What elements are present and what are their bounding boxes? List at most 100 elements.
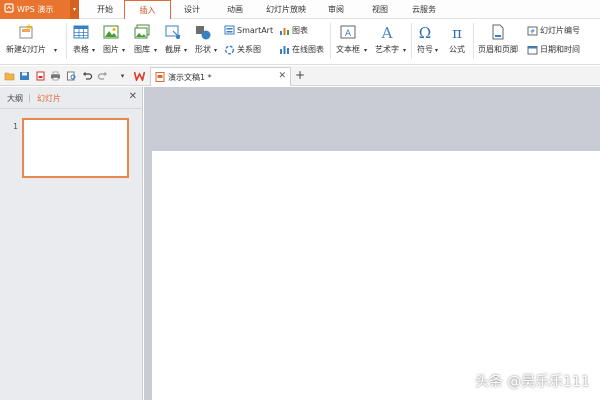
undo-icon[interactable] <box>82 70 93 81</box>
tab-review[interactable]: 审阅 <box>321 0 351 19</box>
tab-design[interactable]: 设计 <box>177 0 207 19</box>
symbol-dropdown-icon[interactable]: ▾ <box>435 47 438 54</box>
slide-number-icon: # <box>527 26 538 36</box>
close-panel-icon[interactable]: ✕ <box>129 91 137 102</box>
print-icon[interactable] <box>50 70 61 81</box>
tab-animation[interactable]: 动画 <box>220 0 250 19</box>
slide-thumbnail[interactable] <box>22 118 129 178</box>
wordart-label: 艺术字 <box>375 45 399 54</box>
gallery-icon <box>133 24 151 40</box>
svg-text:A: A <box>381 24 393 40</box>
omega-symbol-icon: Ω <box>416 24 434 40</box>
picture-dropdown-icon[interactable]: ▾ <box>122 47 125 54</box>
new-slide-button[interactable]: 新建幻灯片 <box>6 24 46 55</box>
table-icon <box>72 24 90 40</box>
tab-view[interactable]: 视图 <box>365 0 395 19</box>
ribbon: 新建幻灯片 ▾ 表格 ▾ 图片 ▾ 图库 ▾ 截屏 ▾ 形状 ▾ SmartAr… <box>0 19 600 65</box>
screenshot-icon <box>164 24 182 40</box>
symbol-label: 符号 <box>417 45 433 54</box>
formula-button[interactable]: π 公式 <box>448 24 466 55</box>
tab-slides[interactable]: 幻灯片 <box>37 93 61 104</box>
quick-access-bar: ▾ 演示文稿1 * ✕ + <box>0 66 600 86</box>
save-icon[interactable] <box>19 70 30 81</box>
screenshot-button[interactable]: 截屏 <box>164 24 182 55</box>
document-tab[interactable]: 演示文稿1 * ✕ <box>150 67 291 86</box>
new-slide-label: 新建幻灯片 <box>6 45 46 54</box>
smartart-button[interactable]: SmartArt <box>224 25 273 35</box>
pi-formula-icon: π <box>448 24 466 40</box>
wordart-button[interactable]: A 艺术字 <box>375 24 399 55</box>
menu-bar: WPS 演示 ▾ 开始 插入 设计 动画 幻灯片放映 审阅 视图 云服务 <box>0 0 600 20</box>
online-chart-label: 在线图表 <box>292 45 324 54</box>
svg-text:#: # <box>530 28 535 35</box>
relation-chart-label: 关系图 <box>237 45 261 54</box>
screenshot-label: 截屏 <box>165 45 181 54</box>
gallery-dropdown-icon[interactable]: ▾ <box>154 47 157 54</box>
header-footer-icon <box>489 24 507 40</box>
tab-start[interactable]: 开始 <box>90 0 120 19</box>
redo-icon[interactable] <box>97 70 108 81</box>
customize-toolbar-dropdown-icon[interactable]: ▾ <box>117 70 128 81</box>
tab-insert[interactable]: 插入 <box>124 0 171 20</box>
app-menu-dropdown-icon[interactable]: ▾ <box>70 0 79 19</box>
header-footer-button[interactable]: 页眉和页脚 <box>478 24 518 55</box>
svg-text:A: A <box>345 29 352 39</box>
symbol-button[interactable]: Ω 符号 <box>416 24 434 55</box>
presentation-file-icon <box>155 72 165 82</box>
table-button[interactable]: 表格 <box>72 24 90 55</box>
slide-number-label: 幻灯片编号 <box>540 26 580 35</box>
textbox-button[interactable]: A 文本框 <box>336 24 360 55</box>
slide-thumbnail-number: 1 <box>13 122 19 131</box>
gallery-label: 图库 <box>134 45 150 54</box>
open-folder-icon[interactable] <box>4 70 15 81</box>
textbox-dropdown-icon[interactable]: ▾ <box>364 47 367 54</box>
editing-canvas: 头条 @吴乐乐111 <box>144 87 600 400</box>
ribbon-separator <box>66 23 67 59</box>
document-title: 演示文稿1 * <box>168 72 212 82</box>
picture-label: 图片 <box>103 45 119 54</box>
slide-number-button[interactable]: # 幻灯片编号 <box>527 25 580 36</box>
relation-chart-button[interactable]: 关系图 <box>224 44 261 55</box>
shape-icon <box>194 24 212 40</box>
tab-cloud[interactable]: 云服务 <box>406 0 442 19</box>
calendar-icon <box>527 45 538 55</box>
app-name: WPS 演示 <box>17 5 54 14</box>
export-pdf-icon[interactable] <box>35 70 46 81</box>
picture-button[interactable]: 图片 <box>102 24 120 55</box>
textbox-label: 文本框 <box>336 45 360 54</box>
print-preview-icon[interactable] <box>66 70 77 81</box>
online-chart-icon <box>279 45 290 55</box>
svg-text:π: π <box>452 24 462 40</box>
close-tab-icon[interactable]: ✕ <box>278 71 286 81</box>
svg-text:Ω: Ω <box>419 24 431 40</box>
smartart-icon <box>224 25 235 35</box>
header-footer-label: 页眉和页脚 <box>478 45 518 54</box>
relation-chart-icon <box>224 45 235 55</box>
wordart-dropdown-icon[interactable]: ▾ <box>403 47 406 54</box>
chart-button[interactable]: 图表 <box>279 25 308 36</box>
panel-tab-divider: | <box>28 93 31 102</box>
ribbon-separator <box>411 23 412 59</box>
slide-canvas[interactable] <box>152 151 600 400</box>
new-slide-dropdown-icon[interactable]: ▾ <box>54 47 57 54</box>
wordart-icon: A <box>378 24 396 40</box>
tab-outline[interactable]: 大纲 <box>7 93 23 104</box>
table-dropdown-icon[interactable]: ▾ <box>92 47 95 54</box>
ribbon-separator <box>473 23 474 59</box>
gallery-button[interactable]: 图库 <box>133 24 151 55</box>
formula-label: 公式 <box>449 45 465 54</box>
new-tab-plus-icon[interactable]: + <box>295 68 305 82</box>
app-menu-button[interactable]: WPS 演示 ▾ <box>0 0 79 19</box>
tab-slideshow[interactable]: 幻灯片放映 <box>261 0 311 19</box>
screenshot-dropdown-icon[interactable]: ▾ <box>184 47 187 54</box>
online-chart-button[interactable]: 在线图表 <box>279 44 324 55</box>
ribbon-separator <box>330 23 331 59</box>
shape-dropdown-icon[interactable]: ▾ <box>214 47 217 54</box>
chart-icon <box>279 26 290 36</box>
wps-logo-icon <box>4 3 14 16</box>
new-slide-icon <box>17 24 35 40</box>
date-time-button[interactable]: 日期和时间 <box>527 44 580 55</box>
chart-label: 图表 <box>292 26 308 35</box>
panel-tabs: 大纲 | 幻灯片 ✕ <box>0 87 143 109</box>
shape-button[interactable]: 形状 <box>194 24 212 55</box>
